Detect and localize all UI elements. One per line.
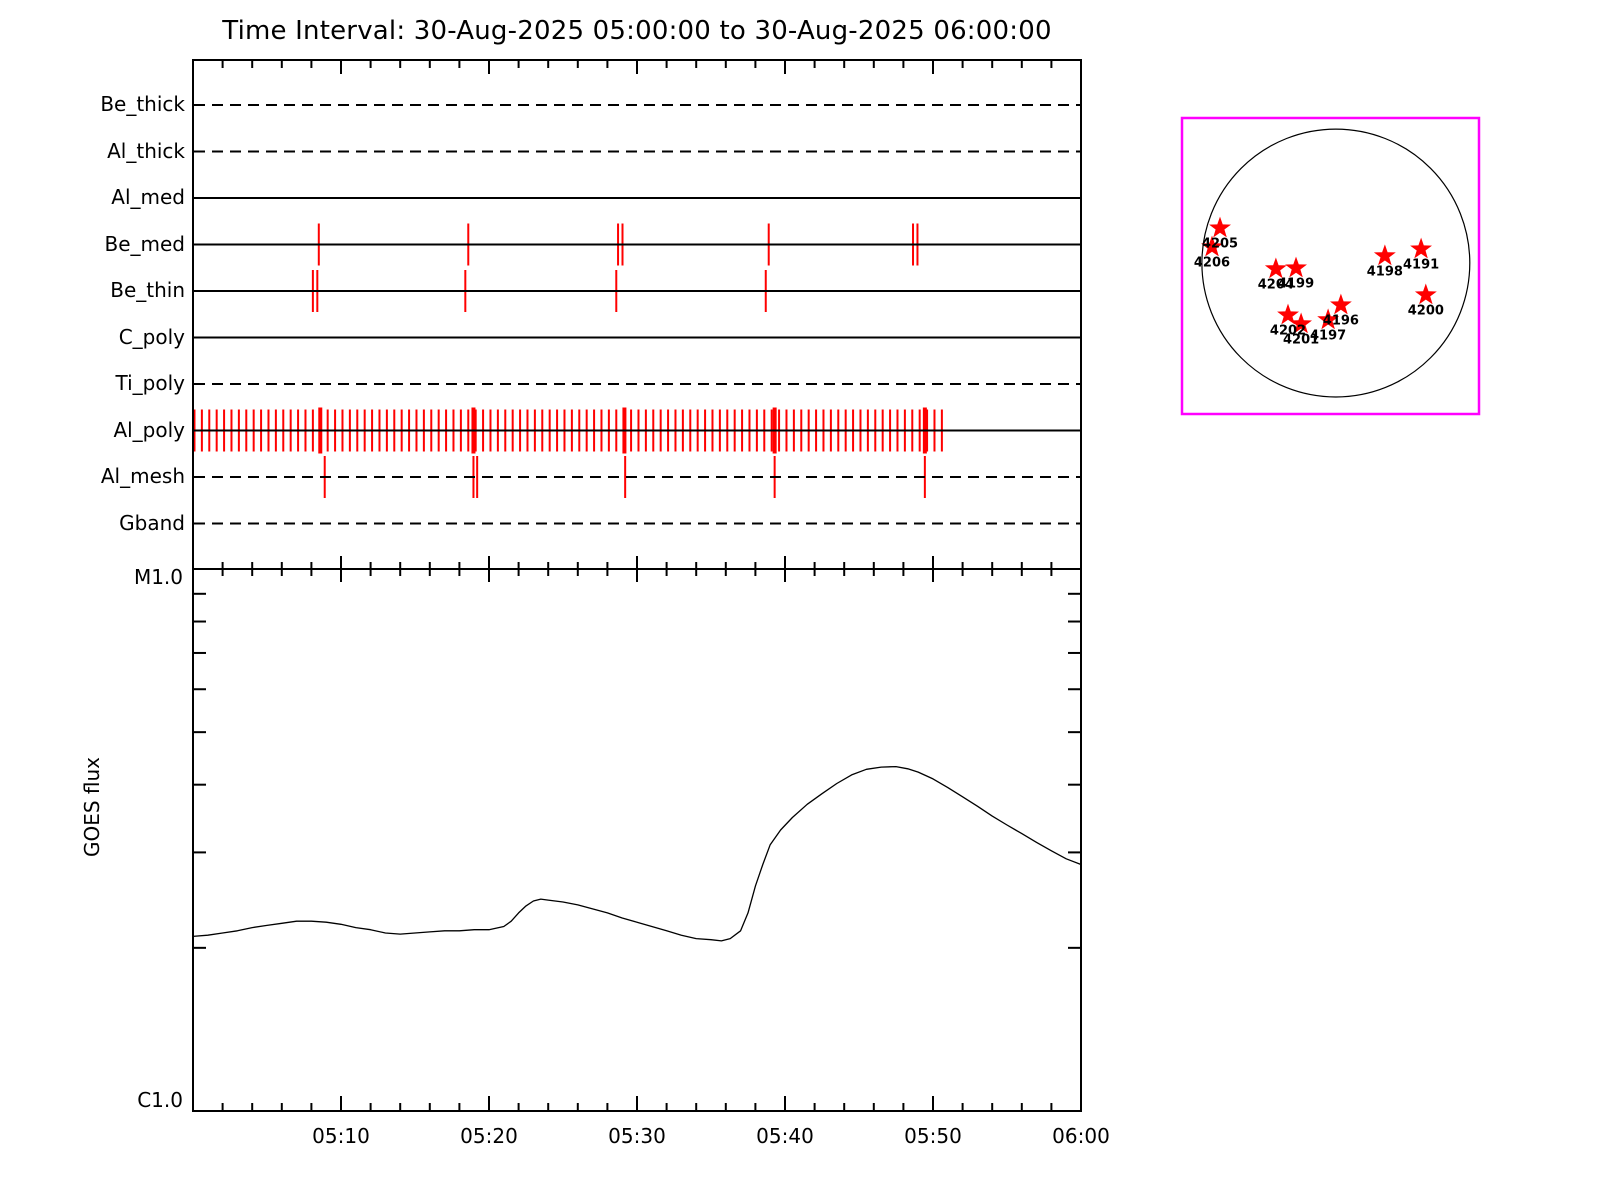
filter-row-lines bbox=[194, 104, 1080, 525]
panel-borders bbox=[192, 59, 1082, 1112]
axis-ticks bbox=[194, 61, 1080, 1110]
goes-flux-curve bbox=[192, 765, 1082, 942]
active-region-label-4200: 4200 bbox=[1407, 303, 1444, 319]
goes-y-max-label: M1.0 bbox=[133, 565, 183, 589]
active-region-star-4191 bbox=[1410, 237, 1432, 259]
active-region-label-4196: 4196 bbox=[1322, 313, 1359, 329]
active-region-star-4199 bbox=[1285, 256, 1307, 278]
filter-row-label-be-thick: Be_thick bbox=[100, 92, 185, 116]
filter-row-label-ti-poly: Ti_poly bbox=[115, 371, 185, 395]
filter-row-label-gband: Gband bbox=[119, 511, 185, 535]
x-tick-label-0600: 06:00 bbox=[1052, 1124, 1110, 1148]
active-region-label-4191: 4191 bbox=[1402, 257, 1440, 273]
active-region-label-4206: 4206 bbox=[1193, 255, 1231, 271]
plot-canvas: Time Interval: 30-Aug-2025 05:00:00 to 3… bbox=[0, 0, 1600, 1200]
x-tick-label-0530: 05:30 bbox=[608, 1124, 666, 1148]
active-region-label-4197: 4197 bbox=[1310, 328, 1347, 344]
filter-row-label-be-med: Be_med bbox=[104, 232, 185, 256]
x-tick-label-0520: 05:20 bbox=[460, 1124, 518, 1148]
page-title: Time Interval: 30-Aug-2025 05:00:00 to 3… bbox=[222, 16, 1052, 46]
active-region-star-4198 bbox=[1373, 244, 1396, 266]
goes-y-min-label: C1.0 bbox=[137, 1088, 183, 1112]
filter-exposure-ticks bbox=[193, 223, 943, 498]
active-region-label-4198: 4198 bbox=[1366, 264, 1403, 280]
active-region-star-4200 bbox=[1414, 283, 1437, 305]
filter-row-label-al-med: Al_med bbox=[111, 185, 185, 209]
filter-row-label-be-thin: Be_thin bbox=[110, 278, 185, 302]
x-tick-label-0510: 05:10 bbox=[312, 1124, 370, 1148]
active-region-star-4204 bbox=[1264, 257, 1287, 279]
filter-row-label-al-thick: Al_thick bbox=[107, 139, 185, 163]
active-region-label-4199: 4199 bbox=[1277, 276, 1315, 292]
active-region-label-4205: 4205 bbox=[1201, 236, 1239, 252]
x-tick-label-0550: 05:50 bbox=[904, 1124, 962, 1148]
filter-row-label-al-mesh: Al_mesh bbox=[100, 464, 185, 488]
plot-svg bbox=[192, 59, 1481, 1112]
filter-row-label-al-poly: Al_poly bbox=[113, 418, 185, 442]
goes-y-axis-title: GOES flux bbox=[80, 756, 104, 858]
filter-row-label-c-poly: C_poly bbox=[118, 325, 185, 349]
active-region-star-4205 bbox=[1209, 216, 1231, 238]
x-tick-label-0540: 05:40 bbox=[756, 1124, 814, 1148]
active-region-star-4196 bbox=[1330, 293, 1352, 315]
goes-flux-line bbox=[192, 765, 1082, 942]
